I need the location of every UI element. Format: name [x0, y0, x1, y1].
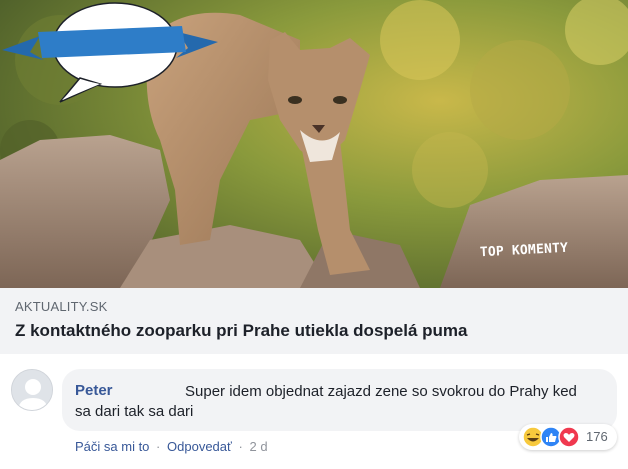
reply-link[interactable]: Odpovedať: [167, 439, 232, 454]
top-comments-badge: [2, 2, 218, 103]
separator: ·: [238, 439, 243, 454]
reaction-icons: [522, 426, 580, 448]
reactions-summary[interactable]: 176: [519, 424, 617, 450]
love-icon: [558, 426, 580, 448]
comment-timestamp[interactable]: 2 d: [249, 439, 267, 454]
like-icon: [540, 426, 562, 448]
article-image[interactable]: TOP KOMENTY: [0, 0, 628, 288]
avatar[interactable]: [11, 369, 53, 411]
haha-icon: [522, 426, 544, 448]
comment-author[interactable]: Peter: [75, 382, 113, 399]
link-source: AKTUALITY.SK: [15, 299, 108, 314]
link-preview[interactable]: AKTUALITY.SK Z kontaktného zooparku pri …: [0, 288, 628, 354]
default-user-icon: [12, 370, 52, 410]
comment-bubble: Super idem objednat zajazd zene so svokr…: [62, 369, 617, 431]
comment-text: Super idem objednat zajazd zene so svokr…: [75, 383, 577, 420]
separator: ·: [156, 439, 161, 454]
comment-actions: Páči sa mi to · Odpovedať · 2 d: [75, 439, 268, 454]
like-link[interactable]: Páči sa mi to: [75, 439, 149, 454]
link-headline[interactable]: Z kontaktného zooparku pri Prahe utiekla…: [15, 321, 467, 341]
reaction-count: 176: [586, 429, 608, 444]
